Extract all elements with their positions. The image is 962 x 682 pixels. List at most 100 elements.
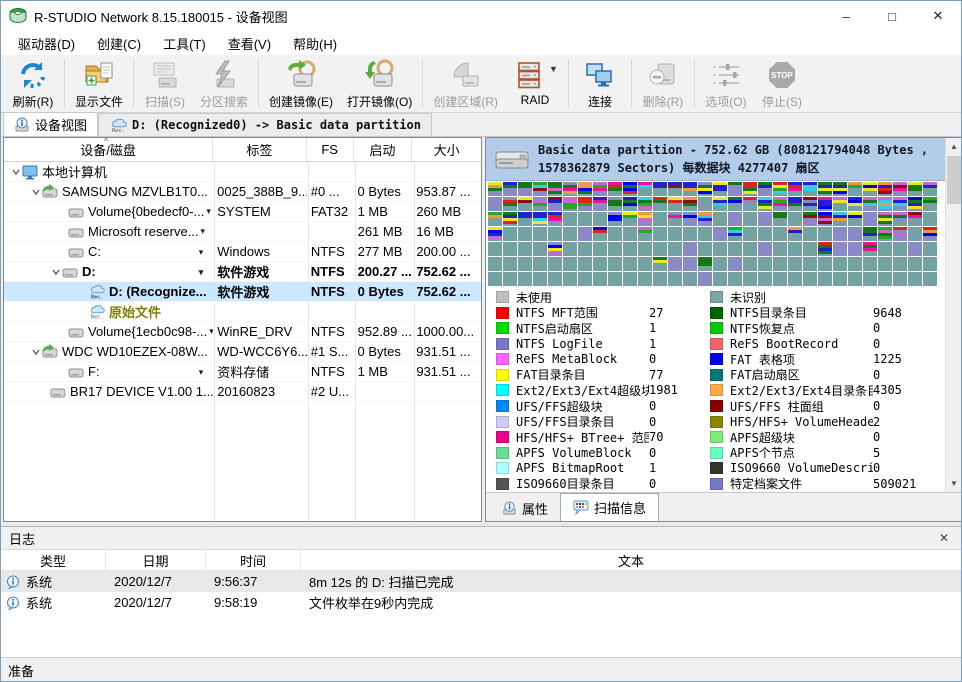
- scan-block: [518, 212, 532, 226]
- table-row[interactable]: C: ▾ Windows NTFS 277 MB 200.00 ...: [4, 242, 481, 262]
- refresh-button[interactable]: 刷新(R): [5, 55, 61, 112]
- scan-block: [698, 242, 712, 256]
- column-header-device[interactable]: 设备/磁盘: [4, 138, 213, 161]
- menu-view[interactable]: 查看(V): [217, 31, 282, 56]
- chevron-down-icon[interactable]: [10, 167, 22, 177]
- column-header-label[interactable]: 标签: [213, 138, 307, 161]
- scan-block: [668, 257, 682, 271]
- scan-block-map[interactable]: [488, 182, 946, 287]
- chevron-down-icon[interactable]: [30, 347, 42, 357]
- scan-block: [878, 212, 892, 226]
- scan-block: [848, 227, 862, 241]
- table-row[interactable]: WDC WD10EZEX-08W... WD-WCC6Y6... #1 S...…: [4, 342, 481, 362]
- legend-count: 5: [873, 446, 925, 460]
- close-button[interactable]: ✕: [915, 1, 961, 31]
- scan-block: [563, 257, 577, 271]
- row-dropdown-icon[interactable]: ▾: [209, 326, 213, 337]
- legend-color-chip: [710, 353, 723, 365]
- scrollbar-thumb[interactable]: [947, 156, 961, 204]
- row-dropdown-icon[interactable]: ▾: [199, 247, 204, 258]
- log-row[interactable]: 系统 2020/12/7 9:58:19 文件枚举在9秒内完成: [1, 592, 961, 613]
- raid-dropdown-arrow[interactable]: ▼: [549, 64, 558, 74]
- legend-color-chip: [496, 431, 509, 443]
- connect-button[interactable]: 连接: [572, 55, 628, 112]
- scan-block: [488, 272, 502, 286]
- scan-block: [548, 212, 562, 226]
- table-row[interactable]: Microsoft reserve... ▾ 261 MB 16 MB: [4, 222, 481, 242]
- legend-color-chip: [496, 369, 509, 381]
- log-row[interactable]: 系统 2020/12/7 9:56:37 8m 12s 的 D: 扫描已完成: [1, 571, 961, 592]
- row-dropdown-icon[interactable]: ▾: [199, 267, 204, 278]
- table-row[interactable]: 本地计算机: [4, 162, 481, 182]
- table-row[interactable]: D: ▾ 软件游戏 NTFS 200.27 ... 752.62 ...: [4, 262, 481, 282]
- table-row[interactable]: Volume{0bedecf0-... ▾ SYSTEM FAT32 1 MB …: [4, 202, 481, 222]
- legend-count: 0: [873, 321, 925, 335]
- legend-color-chip: [710, 291, 723, 303]
- tab-recognized-partition[interactable]: Rec. D: (Recognized0) -> Basic data part…: [98, 113, 432, 136]
- table-row[interactable]: Rec. 原始文件: [4, 302, 481, 322]
- scan-block: [803, 197, 817, 211]
- scan-block: [593, 182, 607, 196]
- column-header-boot[interactable]: 启动: [354, 138, 413, 161]
- scan-block: [533, 182, 547, 196]
- app-window: R-STUDIO Network 8.15.180015 - 设备视图 – □ …: [0, 0, 962, 682]
- legend-label: APFS VolumeBlock: [516, 446, 649, 460]
- log-column-time[interactable]: 时间: [206, 550, 301, 570]
- scan-block: [848, 182, 862, 196]
- column-header-size[interactable]: 大小: [412, 138, 481, 161]
- scan-block: [638, 182, 652, 196]
- row-dropdown-icon[interactable]: ▾: [201, 226, 206, 237]
- tab-scan-information[interactable]: 扫描信息: [560, 493, 659, 521]
- log-column-type[interactable]: 类型: [1, 550, 106, 570]
- legend-count: 0: [649, 415, 701, 429]
- create-image-button[interactable]: 创建镜像(E): [262, 55, 340, 112]
- log-title-bar: 日志 ✕: [1, 527, 961, 550]
- menu-tools[interactable]: 工具(T): [152, 31, 217, 56]
- legend-label: NTFS MFT范围: [516, 304, 649, 321]
- table-row[interactable]: SAMSUNG MZVLB1T0... 0025_388B_9... #0 ..…: [4, 182, 481, 202]
- scan-block: [668, 197, 682, 211]
- scan-block: [743, 212, 757, 226]
- vertical-scrollbar[interactable]: ▲ ▼: [945, 138, 961, 492]
- scan-block: [773, 227, 787, 241]
- minimize-button[interactable]: –: [823, 1, 869, 31]
- scan-block: [758, 257, 772, 271]
- scan-block: [578, 272, 592, 286]
- menu-help[interactable]: 帮助(H): [282, 31, 348, 56]
- table-row[interactable]: F: ▾ 资料存储 NTFS 1 MB 931.51 ...: [4, 362, 481, 382]
- scroll-down-icon[interactable]: ▼: [946, 475, 962, 492]
- row-dropdown-icon[interactable]: ▾: [199, 367, 204, 378]
- table-row[interactable]: BR17 DEVICE V1.00 1.... 20160823 #2 U...: [4, 382, 481, 402]
- legend-label: FAT目录条目: [516, 366, 649, 383]
- properties-info-icon: [502, 501, 517, 516]
- delete-icon: [646, 58, 680, 92]
- scroll-up-icon[interactable]: ▲: [946, 138, 962, 155]
- scan-block: [668, 272, 682, 286]
- scan-block: [863, 257, 877, 271]
- log-column-text[interactable]: 文本: [301, 550, 961, 570]
- legend-item: ISO9660 VolumeDescriptor0: [710, 461, 925, 475]
- tab-properties[interactable]: 属性: [490, 496, 560, 521]
- table-row-selected[interactable]: Rec. D: (Recognize... 软件游戏 NTFS 0 Bytes …: [4, 282, 481, 302]
- menu-create[interactable]: 创建(C): [86, 31, 152, 56]
- menu-drive[interactable]: 驱动器(D): [7, 31, 86, 56]
- table-row[interactable]: Volume{1ecb0c98-... ▾ WinRE_DRV NTFS 952…: [4, 322, 481, 342]
- log-close-icon[interactable]: ✕: [935, 531, 953, 545]
- stop-button: STOP 停止(S): [754, 55, 810, 112]
- legend-label: APFS超级块: [730, 429, 873, 446]
- open-image-button[interactable]: 打开镜像(O): [340, 55, 419, 112]
- log-table-header: 类型 日期 时间 文本: [1, 550, 961, 571]
- legend-item: ReFS BootRecord0: [710, 337, 925, 351]
- scan-block: [698, 272, 712, 286]
- maximize-button[interactable]: □: [869, 1, 915, 31]
- chevron-down-icon[interactable]: [50, 267, 62, 277]
- raid-button[interactable]: ▼ RAID: [505, 55, 565, 112]
- scan-block: [503, 212, 517, 226]
- show-files-button[interactable]: 显示文件: [68, 55, 130, 112]
- tab-device-view[interactable]: 设备视图: [3, 112, 98, 136]
- row-dropdown-icon[interactable]: ▾: [206, 206, 211, 217]
- column-header-fs[interactable]: FS: [307, 138, 354, 161]
- log-column-date[interactable]: 日期: [106, 550, 206, 570]
- scan-block: [713, 242, 727, 256]
- chevron-down-icon[interactable]: [30, 187, 42, 197]
